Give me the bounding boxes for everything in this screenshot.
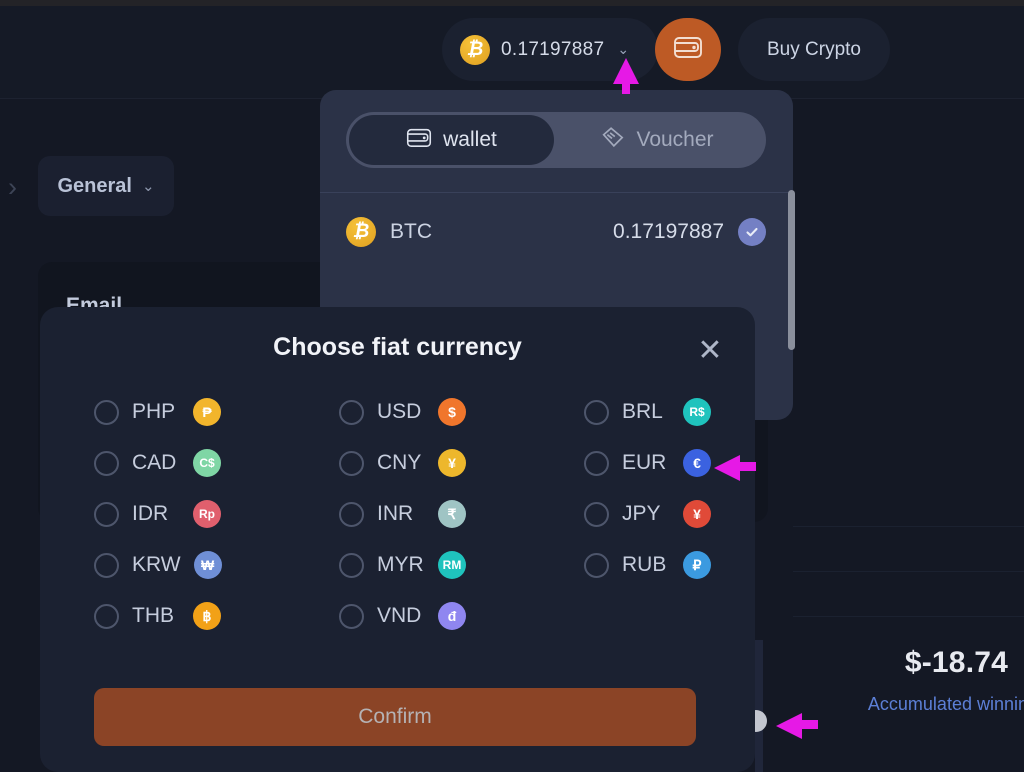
radio-icon[interactable] xyxy=(94,501,119,527)
currency-option-vnd[interactable]: VND đ xyxy=(339,599,584,633)
cursor-arrow-scrollbar xyxy=(776,713,802,739)
coin-code: BTC xyxy=(390,220,432,243)
currency-symbol-icon: C$ xyxy=(193,449,221,477)
currency-symbol-icon: ₩ xyxy=(193,551,222,579)
tab-voucher[interactable]: Voucher xyxy=(554,115,759,165)
tab-wallet-label: wallet xyxy=(443,128,497,151)
tab-voucher-label: Voucher xyxy=(636,128,714,151)
radio-icon[interactable] xyxy=(94,450,119,476)
currency-symbol-icon: ¥ xyxy=(683,500,711,528)
btc-coin-icon: ₿ xyxy=(346,217,376,247)
currency-option-inr[interactable]: INR ₹ xyxy=(339,497,584,531)
currency-code: BRL xyxy=(622,400,663,423)
confirm-button-label: Confirm xyxy=(358,705,432,728)
currency-code: INR xyxy=(377,502,414,525)
currency-symbol-icon: $ xyxy=(438,398,466,426)
radio-icon[interactable] xyxy=(339,450,364,476)
wallet-icon xyxy=(673,34,703,65)
balance-amount: 0.17197887 xyxy=(501,38,605,60)
cursor-arrow-balance-tail xyxy=(622,80,630,94)
cursor-arrow-eur xyxy=(714,455,740,481)
currency-code: RUB xyxy=(622,553,667,576)
currency-code: JPY xyxy=(622,502,661,525)
background-divider-4 xyxy=(793,616,1024,617)
currency-option-brl[interactable]: BRL R$ xyxy=(584,395,714,429)
cursor-arrow-eur-tail xyxy=(738,462,756,471)
radio-icon[interactable] xyxy=(339,603,364,629)
ticket-icon xyxy=(599,126,625,155)
currency-symbol-icon: ฿ xyxy=(193,602,221,630)
check-icon xyxy=(738,218,766,246)
currency-option-rub[interactable]: RUB ₽ xyxy=(584,548,714,582)
currency-code: KRW xyxy=(132,553,181,576)
chevron-down-icon: ⌄ xyxy=(617,41,630,57)
currency-code: CNY xyxy=(377,451,422,474)
currency-symbol-icon: ₱ xyxy=(193,398,221,426)
currency-code: CAD xyxy=(132,451,177,474)
currency-option-idr[interactable]: IDR Rp xyxy=(94,497,339,531)
btc-coin-icon: ₿ xyxy=(460,34,490,65)
modal-title: Choose fiat currency xyxy=(273,333,522,361)
general-dropdown[interactable]: General ⌄ xyxy=(38,156,174,216)
breadcrumb-chevron-icon: › xyxy=(8,172,17,202)
cursor-arrow-scrollbar-tail xyxy=(800,720,818,729)
currency-code: EUR xyxy=(622,451,667,474)
currency-option-eur[interactable]: EUR € xyxy=(584,446,714,480)
radio-icon[interactable] xyxy=(94,552,119,578)
wallet-button[interactable] xyxy=(655,18,721,81)
currency-option-usd[interactable]: USD $ xyxy=(339,395,584,429)
currency-symbol-icon: ₽ xyxy=(683,551,711,579)
choose-fiat-currency-modal: Choose fiat currency ✕ PHP ₱ USD $ BRL R$ CAD C… xyxy=(40,307,755,772)
general-dropdown-label: General xyxy=(57,174,132,197)
radio-icon[interactable] xyxy=(584,450,609,476)
radio-icon[interactable] xyxy=(584,552,609,578)
currency-option-krw[interactable]: KRW ₩ xyxy=(94,548,339,582)
wallet-dropdown-scrollbar[interactable] xyxy=(788,190,795,350)
currency-symbol-icon: R$ xyxy=(683,398,711,426)
wallet-voucher-segmented-control: wallet Voucher xyxy=(346,112,766,168)
currency-symbol-icon: đ xyxy=(438,602,466,630)
currency-code: VND xyxy=(377,604,422,627)
close-icon[interactable]: ✕ xyxy=(690,331,730,371)
currency-symbol-icon: € xyxy=(683,449,711,477)
currency-symbol-icon: RM xyxy=(438,551,466,579)
radio-icon[interactable] xyxy=(94,603,119,629)
radio-icon[interactable] xyxy=(339,399,364,425)
currency-code: MYR xyxy=(377,553,424,576)
radio-icon[interactable] xyxy=(94,399,119,425)
coin-amount: 0.17197887 xyxy=(613,220,724,243)
currency-option-myr[interactable]: MYR RM xyxy=(339,548,584,582)
radio-icon[interactable] xyxy=(584,399,609,425)
currency-option-thb[interactable]: THB ฿ xyxy=(94,599,339,633)
accumulated-winnings-amount: $-18.74 xyxy=(904,646,1008,679)
currency-code: THB xyxy=(132,604,174,627)
currency-grid: PHP ₱ USD $ BRL R$ CAD C$ CNY ¥ EUR € IDR Rp INR ₹ JPY ¥ K… xyxy=(94,395,714,633)
tab-wallet[interactable]: wallet xyxy=(349,115,554,165)
currency-code: USD xyxy=(377,400,422,423)
currency-symbol-icon: ¥ xyxy=(438,449,466,477)
radio-icon[interactable] xyxy=(584,501,609,527)
app-root: › General ⌄ Email $-18.74 Accumulated wi… xyxy=(0,0,1024,772)
buy-crypto-label: Buy Crypto xyxy=(767,38,861,60)
page-scrollbar-track[interactable] xyxy=(755,640,763,772)
buy-crypto-button[interactable]: Buy Crypto xyxy=(738,18,890,81)
currency-option-php[interactable]: PHP ₱ xyxy=(94,395,339,429)
currency-option-cny[interactable]: CNY ¥ xyxy=(339,446,584,480)
wallet-icon xyxy=(406,126,432,155)
radio-icon[interactable] xyxy=(339,501,364,527)
wallet-coin-row-btc[interactable]: ₿ BTC 0.17197887 xyxy=(346,210,766,254)
background-divider-3 xyxy=(793,571,1024,572)
background-divider-2 xyxy=(793,526,1024,527)
currency-code: PHP xyxy=(132,400,176,423)
currency-symbol-icon: Rp xyxy=(193,500,221,528)
accumulated-winnings-label: Accumulated winnin xyxy=(867,694,1024,714)
currency-option-jpy[interactable]: JPY ¥ xyxy=(584,497,714,531)
chevron-down-icon: ⌄ xyxy=(141,178,155,195)
currency-option-cad[interactable]: CAD C$ xyxy=(94,446,339,480)
currency-symbol-icon: ₹ xyxy=(438,500,466,528)
radio-icon[interactable] xyxy=(339,552,364,578)
wallet-dropdown-divider xyxy=(320,192,793,193)
confirm-button[interactable]: Confirm xyxy=(94,688,696,746)
currency-code: IDR xyxy=(132,502,169,525)
